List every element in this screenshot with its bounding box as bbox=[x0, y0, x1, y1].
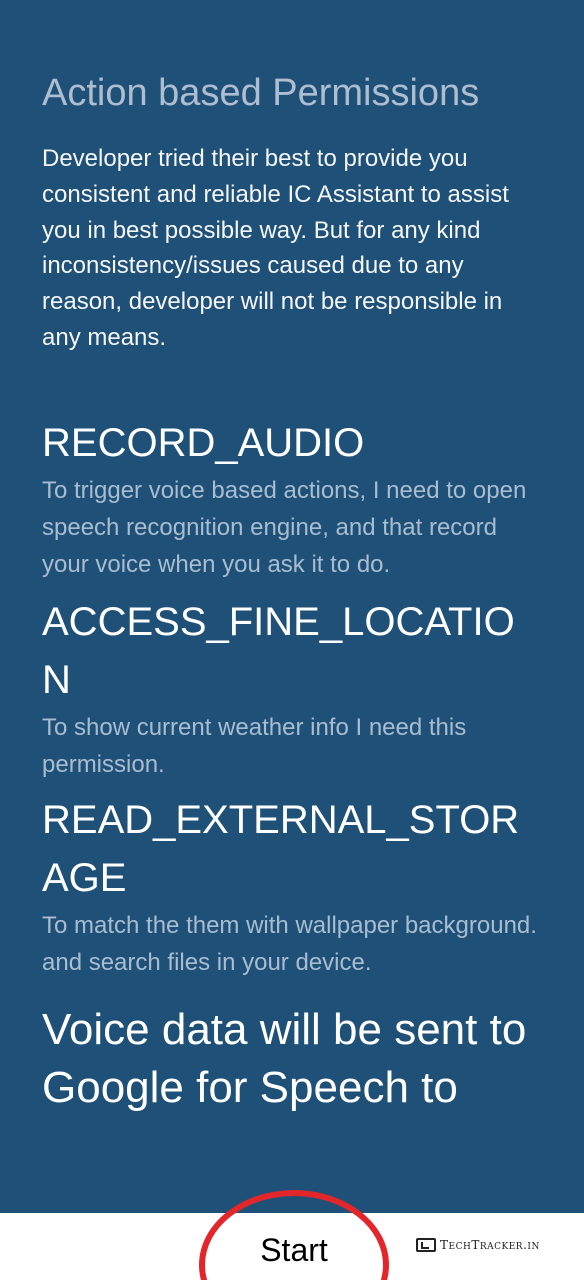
permission-description: To show current weather info I need this… bbox=[42, 713, 467, 778]
permission-name: READ_EXTERNAL_STORAGE bbox=[42, 797, 520, 900]
permission-access-fine-location: ACCESS_FINE_LOCATION To show current wea… bbox=[42, 593, 542, 783]
permission-name: ACCESS_FINE_LOCATION bbox=[42, 599, 515, 702]
permission-description: To match the them with wallpaper backgro… bbox=[42, 911, 537, 976]
permission-read-external-storage: READ_EXTERNAL_STORAGE To match the them … bbox=[42, 791, 542, 981]
disclaimer-text: Developer tried their best to provide yo… bbox=[42, 145, 509, 351]
voice-data-note: Voice data will be sent to Google for Sp… bbox=[42, 1004, 527, 1112]
permissions-content: Developer tried their best to provide yo… bbox=[42, 143, 542, 1117]
permission-record-audio: RECORD_AUDIO To trigger voice based acti… bbox=[42, 414, 542, 583]
start-button[interactable]: Start bbox=[200, 1221, 388, 1279]
bottom-bar: Start bbox=[0, 1213, 584, 1280]
page-title: Action based Permissions bbox=[42, 72, 480, 114]
permission-name: RECORD_AUDIO bbox=[42, 420, 365, 465]
screen: Action based Permissions Developer tried… bbox=[0, 0, 584, 1280]
permissions-scroll-area[interactable]: Developer tried their best to provide yo… bbox=[0, 143, 584, 1213]
permission-description: To trigger voice based actions, I need t… bbox=[42, 476, 527, 578]
